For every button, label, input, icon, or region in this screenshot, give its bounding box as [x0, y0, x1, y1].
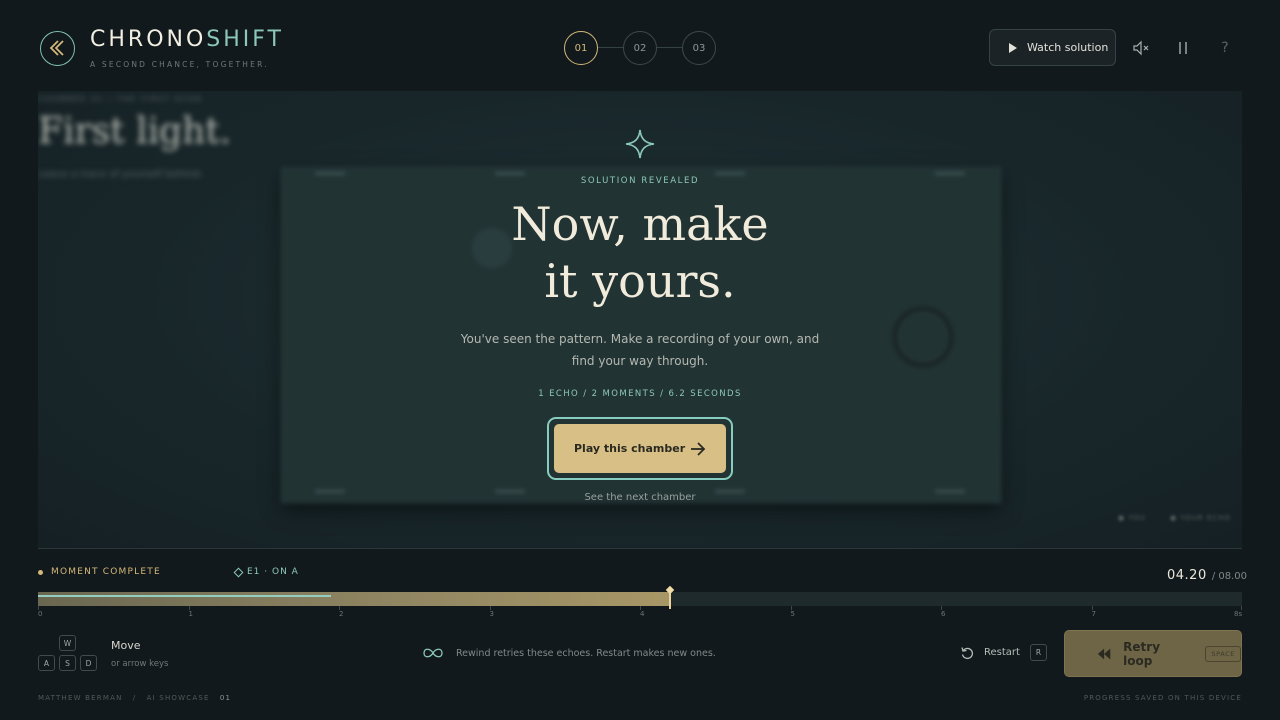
next-chamber-link[interactable]: See the next chamber — [540, 492, 740, 503]
overlay-headline: Now, make it yours. — [400, 196, 880, 310]
play-icon — [1009, 42, 1017, 53]
restart-label: Restart — [984, 647, 1020, 658]
move-sub-label: or arrow keys — [111, 659, 169, 669]
room-marker — [495, 490, 525, 493]
timeline-tick-label: 3 — [489, 610, 494, 618]
chamber-title: First light. — [38, 111, 232, 152]
echo-tag: E1 · ON A — [233, 567, 299, 577]
step-connector — [657, 47, 683, 48]
moment-status-label: MOMENT COMPLETE — [51, 567, 161, 577]
key-d: D — [80, 655, 97, 671]
step-03[interactable]: 03 — [682, 31, 716, 65]
footer-separator: / — [132, 694, 137, 702]
help-icon[interactable]: ? — [1215, 38, 1235, 58]
headline-line-2: it yours. — [544, 254, 736, 308]
timeline-tick-label: 2 — [339, 610, 344, 618]
mute-icon[interactable] — [1131, 38, 1151, 58]
room-marker — [935, 172, 965, 175]
retry-loop-label: Retry loop — [1123, 639, 1161, 668]
pause-icon[interactable] — [1173, 38, 1193, 58]
status-dot-icon — [38, 569, 43, 575]
move-label: Move — [111, 639, 141, 652]
key-a: A — [38, 655, 55, 671]
play-chamber-button[interactable]: Play this chamber — [554, 424, 726, 473]
overlay-body: You've seen the pattern. Make a recordin… — [460, 332, 820, 368]
step-connector — [598, 47, 624, 48]
step-02[interactable]: 02 — [623, 31, 657, 65]
watch-solution-label: Watch solution — [1027, 41, 1109, 54]
moment-status: MOMENT COMPLETE — [38, 567, 161, 577]
play-chamber-focus-ring: Play this chamber — [547, 417, 733, 480]
play-chamber-label: Play this chamber — [574, 442, 686, 455]
key-s: S — [59, 655, 76, 671]
exit-portal — [892, 306, 954, 368]
footer-showcase: AI SHOWCASE — [146, 694, 210, 702]
timeline-tick-label: 6 — [941, 610, 946, 618]
time-readout: 04.20 / 08.00 — [1167, 564, 1247, 583]
current-time: 04.20 — [1167, 568, 1207, 583]
diamond-icon — [233, 567, 244, 577]
room-marker — [935, 490, 965, 493]
room-marker — [715, 172, 745, 175]
rewind-hint-text: Rewind retries these echoes. Restart mak… — [456, 647, 716, 659]
solution-stats: 1 ECHO / 2 MOMENTS / 6.2 SECONDS — [538, 389, 742, 399]
timeline-tick-label: 4 — [640, 610, 645, 618]
total-time: / 08.00 — [1211, 571, 1247, 582]
app-tagline: A SECOND CHANCE, TOGETHER. — [90, 60, 269, 69]
echo-recording-bar — [38, 595, 332, 597]
app-title: CHRONOSHIFT — [90, 27, 284, 52]
timeline-tick-label: 8s — [1234, 610, 1243, 618]
rewind-hint: Rewind retries these echoes. Restart mak… — [422, 647, 716, 659]
key-r: R — [1029, 644, 1047, 661]
room-marker — [315, 490, 345, 493]
progress-saved-note: PROGRESS SAVED ON THIS DEVICE — [1083, 694, 1242, 702]
timeline-tick-label: 7 — [1091, 610, 1096, 618]
legend-echo: ● YOUR ECHO — [1170, 514, 1232, 522]
legend-you: ● YOU — [1118, 514, 1146, 522]
footer-author: MATTHEW BERMAN — [38, 694, 123, 702]
timeline-tick-label: 1 — [188, 610, 193, 618]
key-w: W — [59, 635, 76, 651]
watch-solution-button[interactable]: Watch solution — [989, 29, 1116, 66]
retry-loop-button[interactable]: Retry loop SPACE — [1064, 630, 1242, 677]
chamber-breadcrumb: CHAMBER 01 / THE FIRST ECHO — [38, 95, 204, 103]
rewind-logo-icon — [40, 31, 75, 66]
timeline-tick-label: 5 — [790, 610, 795, 618]
chamber-subtitle: Leave a trace of yourself behind. — [38, 169, 203, 180]
infinity-icon — [423, 648, 443, 658]
restart-button[interactable]: Restart R — [960, 644, 1047, 661]
echo-tag-label: E1 · ON A — [247, 567, 299, 577]
key-space: SPACE — [1205, 645, 1241, 662]
room-marker — [315, 172, 345, 175]
headline-line-1: Now, make — [511, 197, 769, 251]
sparkle-icon — [625, 129, 655, 159]
step-01[interactable]: 01 — [564, 31, 598, 65]
room-marker — [495, 172, 525, 175]
arrow-right-icon — [691, 441, 706, 456]
rewind-icon — [1097, 648, 1111, 659]
footer-number: 01 — [219, 694, 232, 702]
timeline-divider — [38, 548, 1242, 549]
footer-credit: MATTHEW BERMAN / AI SHOWCASE 01 — [38, 694, 231, 702]
restart-icon — [961, 646, 974, 659]
solution-revealed-label: SOLUTION REVEALED — [580, 176, 700, 186]
timeline-tick-label: 0 — [38, 610, 43, 618]
